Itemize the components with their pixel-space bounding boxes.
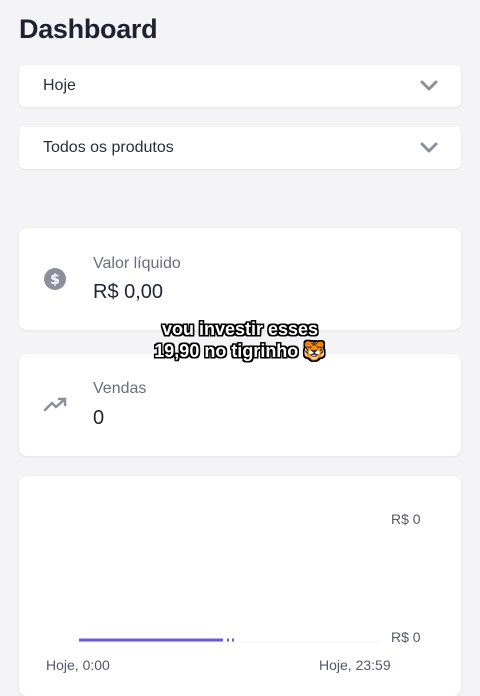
page-title: Dashboard	[19, 14, 157, 45]
sales-chart-card: R$ 0 R$ 0 Hoje, 0:00 Hoje, 23:59	[19, 476, 461, 696]
sales-label: Vendas	[93, 380, 146, 398]
trending-up-icon	[44, 396, 68, 412]
y-tick-top: R$ 0	[391, 511, 421, 527]
period-select[interactable]: Hoje	[19, 65, 461, 107]
sales-count: 0	[93, 407, 104, 430]
y-tick-bottom: R$ 0	[391, 629, 421, 645]
net-value-card: $ Valor líquido R$ 0,00	[19, 228, 461, 330]
dollar-coin-icon: $	[44, 268, 66, 290]
sales-chart	[19, 476, 461, 676]
svg-text:$: $	[50, 272, 60, 288]
product-select[interactable]: Todos os produtos	[19, 127, 461, 169]
sales-card: Vendas 0	[19, 354, 461, 456]
chevron-down-icon	[419, 141, 439, 155]
x-tick-end: Hoje, 23:59	[319, 657, 391, 673]
net-value-amount: R$ 0,00	[93, 281, 163, 304]
product-select-value: Todos os produtos	[43, 139, 174, 157]
period-select-value: Hoje	[43, 77, 76, 95]
x-tick-start: Hoje, 0:00	[46, 657, 110, 673]
net-value-label: Valor líquido	[93, 255, 181, 273]
caption-overlay-line2: 19,90 no tigrinho 🐯	[0, 340, 480, 362]
caption-overlay-line1: vou investir esses	[0, 318, 480, 340]
chevron-down-icon	[419, 79, 439, 93]
